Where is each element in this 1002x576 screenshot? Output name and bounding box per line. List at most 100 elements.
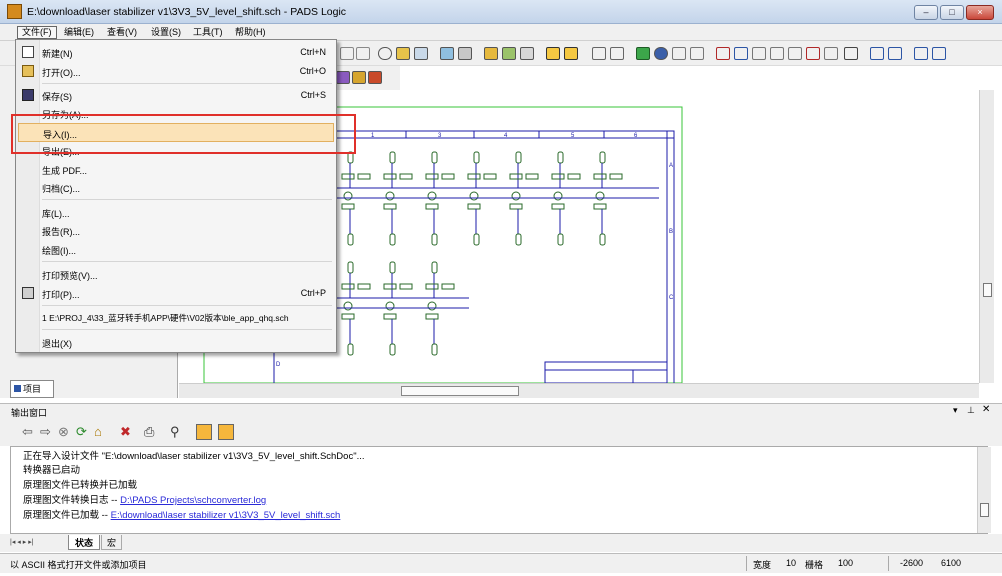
capacitor-symbol: [431, 343, 438, 356]
schematic-mode-icon[interactable]: [564, 47, 578, 60]
stop-icon[interactable]: ⊗: [58, 425, 69, 439]
menu-item-print-preview[interactable]: 打印预览(V)...: [18, 265, 334, 284]
menu-item-new[interactable]: 新建(N) Ctrl+N: [18, 43, 334, 62]
add-port-icon[interactable]: [734, 47, 748, 60]
menu-item-open[interactable]: 打开(O)... Ctrl+O: [18, 62, 334, 81]
maximize-button[interactable]: □: [940, 5, 964, 20]
grid-label: 栅格: [805, 560, 824, 570]
transistor-symbol: [427, 191, 437, 201]
symbol-icon[interactable]: [368, 71, 382, 84]
ground-icon[interactable]: [770, 47, 784, 60]
menu-item-save[interactable]: 保存(S) Ctrl+S: [18, 86, 334, 105]
output-scroll-thumb[interactable]: [980, 503, 989, 517]
menu-item-exit[interactable]: 退出(X): [18, 333, 334, 352]
power-icon[interactable]: [752, 47, 766, 60]
resistor-symbol: [341, 283, 355, 290]
transistor-symbol: [595, 191, 605, 201]
arrow-down-icon[interactable]: [932, 47, 946, 60]
resistor-symbol: [383, 203, 397, 210]
minimize-button[interactable]: –: [914, 5, 938, 20]
field-icon[interactable]: [844, 47, 858, 60]
grid-icon[interactable]: [218, 424, 234, 440]
tab-status[interactable]: 状态: [68, 535, 101, 550]
menu-view[interactable]: 查看(V): [103, 26, 141, 39]
draw-icon[interactable]: [870, 47, 884, 60]
menu-item-generate-pdf[interactable]: 生成 PDF...: [18, 160, 334, 179]
connector-icon[interactable]: [788, 47, 802, 60]
row-letter: B: [669, 229, 673, 235]
gate-icon[interactable]: [458, 47, 472, 60]
tab-macro[interactable]: 宏: [101, 535, 123, 550]
add-part-icon[interactable]: [636, 47, 650, 60]
capacitor-symbol: [473, 233, 480, 246]
undo-icon[interactable]: [340, 47, 354, 60]
arrow-up-icon[interactable]: [914, 47, 928, 60]
canvas-horizontal-scrollbar[interactable]: [179, 383, 979, 398]
menu-item-recent-file[interactable]: 1 E:\PROJ_4\33_蓝牙转手机APP\硬件\V02版本\ble_app…: [18, 308, 334, 327]
transistor-symbol: [385, 301, 395, 311]
menu-item-reports[interactable]: 报告(R)...: [18, 221, 334, 240]
back-arrow-icon[interactable]: ⇦: [22, 425, 33, 439]
resistor-symbol: [441, 283, 455, 290]
report-icon[interactable]: [484, 47, 498, 60]
refresh-icon[interactable]: ⟳: [76, 425, 87, 439]
schematic-file-link[interactable]: E:\download\laser stabilizer v1\3V3_5V_l…: [111, 510, 341, 521]
pin-icon[interactable]: ⊥: [967, 405, 975, 416]
print-output-icon[interactable]: ⎙: [144, 425, 154, 439]
attributes-icon[interactable]: [502, 47, 516, 60]
redo-icon[interactable]: [356, 47, 370, 60]
capacitor-symbol: [599, 151, 606, 164]
zoom-icon[interactable]: [378, 47, 392, 60]
status-separator: [746, 556, 747, 571]
menu-tools[interactable]: 工具(T): [189, 26, 227, 39]
probe2-icon[interactable]: [610, 47, 624, 60]
menu-settings[interactable]: 设置(S): [147, 26, 185, 39]
hierarchy-icon[interactable]: [336, 71, 350, 84]
horizontal-scroll-thumb[interactable]: [401, 386, 519, 396]
library-icon[interactable]: [440, 47, 454, 60]
converter-log-link[interactable]: D:\PADS Projects\schconverter.log: [120, 495, 266, 506]
menu-item-plot[interactable]: 绘图(I)...: [18, 240, 334, 259]
vertical-scroll-thumb[interactable]: [983, 283, 992, 297]
resistor-symbol: [383, 313, 397, 320]
resistor-symbol: [425, 313, 439, 320]
menu-edit[interactable]: 编辑(E): [60, 26, 98, 39]
highlight-icon[interactable]: [196, 424, 212, 440]
capacitor-symbol: [389, 233, 396, 246]
add-offpage-icon[interactable]: [716, 47, 730, 60]
menu-item-print[interactable]: 打印(P)... Ctrl+P: [18, 284, 334, 303]
forward-arrow-icon[interactable]: ⇨: [40, 425, 51, 439]
add-text-icon[interactable]: [690, 47, 704, 60]
add-wire-icon[interactable]: [654, 47, 668, 60]
output-vertical-scrollbar[interactable]: [977, 447, 991, 533]
tool-icon[interactable]: [414, 47, 428, 60]
clear-icon[interactable]: ✖: [120, 425, 131, 439]
sheet-icon[interactable]: [352, 71, 366, 84]
pin-dropdown-icon[interactable]: ▾: [953, 405, 958, 416]
project-tab[interactable]: 项目: [10, 380, 54, 398]
canvas-vertical-scrollbar[interactable]: [979, 90, 994, 383]
menu-item-archive[interactable]: 归档(C)...: [18, 178, 334, 197]
properties-icon[interactable]: [520, 47, 534, 60]
select-filter-icon[interactable]: [546, 47, 560, 60]
width-value: 10: [786, 558, 797, 568]
probe-icon[interactable]: [592, 47, 606, 60]
pads-app-icon[interactable]: [7, 4, 22, 19]
close-output-icon[interactable]: ✕: [982, 404, 990, 415]
text-edit-icon[interactable]: [888, 47, 902, 60]
menu-item-library[interactable]: 库(L)...: [18, 203, 334, 222]
net-icon[interactable]: [806, 47, 820, 60]
find-icon[interactable]: [396, 47, 410, 60]
menu-separator: [42, 199, 332, 200]
menu-file[interactable]: 文件(F): [17, 26, 57, 39]
tab-nav-arrows-icon[interactable]: |◂ ◂ ▸ ▸|: [10, 538, 34, 546]
add-bus-icon[interactable]: [672, 47, 686, 60]
menu-separator: [42, 329, 332, 330]
home-icon[interactable]: ⌂: [94, 425, 102, 439]
log-line: 正在导入设计文件 "E:\download\laser stabilizer v…: [23, 451, 365, 462]
grid-value: 100: [838, 558, 854, 568]
find-binoculars-icon[interactable]: ⚲: [170, 425, 180, 439]
menu-help[interactable]: 帮助(H): [231, 26, 270, 39]
close-button[interactable]: ×: [966, 5, 994, 20]
junction-icon[interactable]: [824, 47, 838, 60]
